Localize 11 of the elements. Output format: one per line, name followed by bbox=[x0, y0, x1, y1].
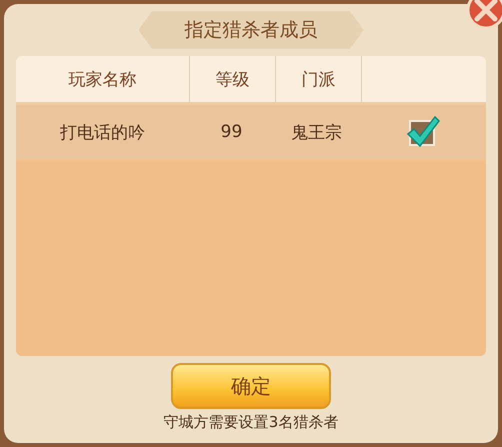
dialog-title: 指定猎杀者成员 bbox=[138, 11, 364, 49]
column-header: 玩家名称 bbox=[16, 56, 190, 102]
table-row[interactable]: 打电话的吟 99 鬼王宗 bbox=[16, 105, 486, 161]
player-name: 打电话的吟 bbox=[59, 122, 146, 144]
player-level: 99 bbox=[220, 122, 244, 142]
column-header: 门派 bbox=[276, 56, 362, 102]
player-faction: 鬼王宗 bbox=[290, 122, 343, 144]
footnote: 守城方需要设置3名猎杀者 bbox=[164, 413, 338, 432]
checkbox[interactable] bbox=[404, 114, 440, 150]
column-header: 等级 bbox=[190, 56, 276, 102]
confirm-button[interactable]: 确定 bbox=[171, 363, 331, 409]
